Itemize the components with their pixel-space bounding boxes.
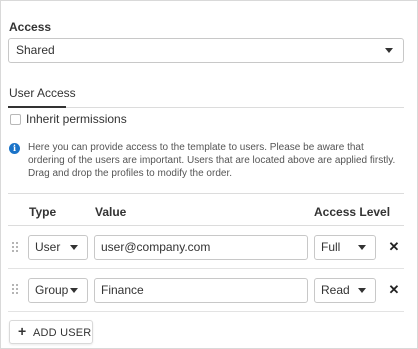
close-icon[interactable]: ✕ — [388, 283, 400, 296]
row-type-value: Group — [35, 283, 69, 297]
tab-user-access[interactable]: User Access — [9, 86, 76, 100]
row-type-select[interactable]: Group — [28, 278, 88, 303]
add-user-label: ADD USER — [33, 327, 92, 339]
access-label: Access — [9, 20, 52, 34]
chevron-down-icon — [70, 288, 78, 293]
row-divider — [8, 311, 404, 312]
row-level-value: Read — [321, 283, 350, 297]
add-user-button[interactable]: + ADD USER — [9, 320, 93, 344]
row-level-value: Full — [321, 240, 341, 254]
chevron-down-icon — [358, 288, 366, 293]
column-header-type: Type — [29, 205, 57, 219]
chevron-down-icon — [385, 48, 393, 53]
close-icon[interactable]: ✕ — [388, 240, 400, 253]
row-divider — [8, 268, 404, 269]
access-selected-value: Shared — [16, 43, 55, 57]
tab-active-indicator — [8, 106, 66, 108]
row-value-input[interactable]: Finance — [94, 278, 308, 303]
table-divider — [8, 193, 404, 194]
row-type-value: User — [35, 240, 61, 254]
column-header-value: Value — [95, 205, 127, 219]
row-level-select[interactable]: Read — [314, 278, 376, 303]
inherit-permissions-label[interactable]: Inherit permissions — [26, 112, 127, 126]
info-icon: i — [9, 143, 20, 154]
row-value-input[interactable]: user@company.com — [94, 235, 308, 260]
row-type-select[interactable]: User — [28, 235, 88, 260]
inherit-permissions-checkbox[interactable] — [10, 114, 21, 125]
row-value-text: Finance — [101, 283, 144, 297]
drag-handle-icon[interactable] — [12, 242, 18, 252]
tab-divider — [8, 107, 404, 108]
info-text: Here you can provide access to the templ… — [28, 142, 396, 179]
row-level-select[interactable]: Full — [314, 235, 376, 260]
drag-handle-icon[interactable] — [12, 284, 18, 294]
plus-icon: + — [18, 323, 27, 339]
column-header-access-level: Access Level — [314, 205, 391, 219]
chevron-down-icon — [70, 245, 78, 250]
chevron-down-icon — [358, 245, 366, 250]
access-select[interactable]: Shared — [8, 38, 404, 63]
row-value-text: user@company.com — [101, 240, 211, 254]
table-header-divider — [8, 225, 404, 226]
